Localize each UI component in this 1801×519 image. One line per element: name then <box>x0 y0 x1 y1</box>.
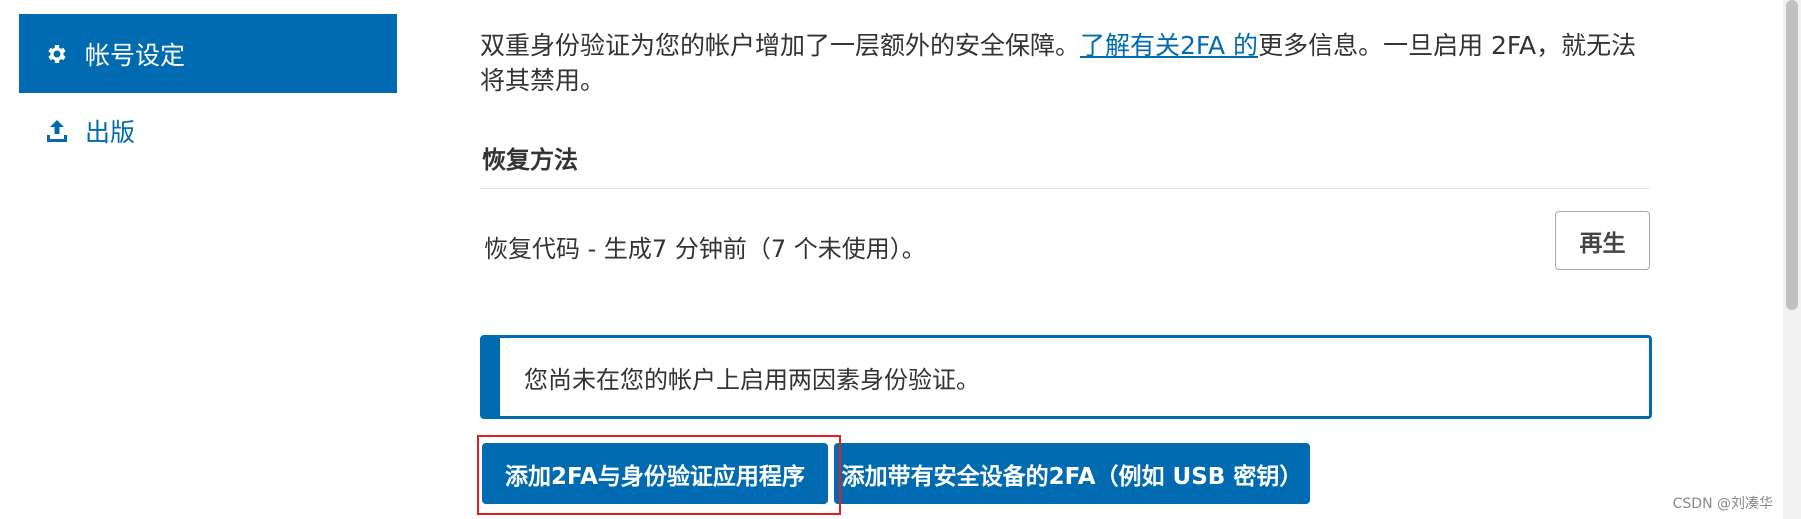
add-2fa-device-button[interactable]: 添加带有安全设备的2FA（例如 USB 密钥） <box>834 443 1310 504</box>
twofa-notice: 您尚未在您的帐户上启用两因素身份验证。 <box>480 335 1652 419</box>
watermark: CSDN @刘凑华 <box>1672 496 1773 512</box>
recovery-codes-status: 恢复代码 - 生成7 分钟前（7 个未使用）。 <box>484 235 926 263</box>
vertical-scrollbar[interactable] <box>1783 0 1801 519</box>
sidebar-item-account-settings[interactable]: 帐号设定 <box>19 14 397 93</box>
sidebar-item-label: 出版 <box>85 118 136 147</box>
regenerate-button[interactable]: 再生 <box>1555 211 1650 270</box>
sidebar-item-label: 帐号设定 <box>85 40 186 70</box>
sidebar: 帐号设定 出版 <box>19 14 397 169</box>
recovery-title: 恢复方法 <box>482 146 578 174</box>
notice-text: 您尚未在您的帐户上启用两因素身份验证。 <box>524 365 980 394</box>
upload-icon <box>43 117 71 145</box>
learn-more-link[interactable]: 了解有关2FA 的 <box>1080 31 1258 60</box>
scrollbar-thumb[interactable] <box>1786 0 1798 310</box>
intro-text: 双重身份验证为您的帐户增加了一层额外的安全保障。了解有关2FA 的更多信息。一旦… <box>480 28 1652 98</box>
add-2fa-app-button[interactable]: 添加2FA与身份验证应用程序 <box>482 443 828 504</box>
sidebar-item-publish[interactable]: 出版 <box>19 93 397 169</box>
divider <box>480 188 1650 189</box>
gear-icon <box>43 40 71 68</box>
intro-before-link: 双重身份验证为您的帐户增加了一层额外的安全保障。 <box>480 31 1081 60</box>
page: 帐号设定 出版 双重身份验证为您的帐户增加了一层额外的安全保障。了解有关2FA … <box>0 0 1801 519</box>
